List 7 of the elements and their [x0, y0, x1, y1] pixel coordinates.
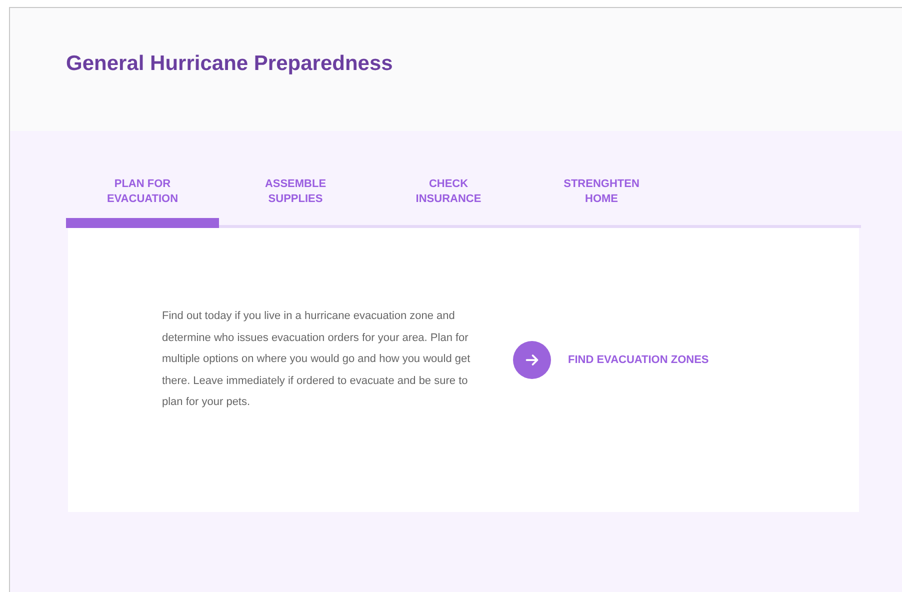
tab[interactable]: STRENGHTEN HOME — [525, 171, 678, 228]
description-text: Find out today if you live in a hurricane evacuation zone and determine who issues evacuation orders for your area. Plan for multiple options on where you would go and how you would get there. Leave immediately if ordered to evacuate and be sure to plan for your pets. — [162, 309, 472, 410]
page-title: General Hurricane Preparedness — [66, 50, 393, 77]
arrow-right-icon — [513, 341, 551, 379]
tab[interactable]: CHECK INSURANCE — [372, 171, 525, 228]
tab[interactable]: ASSEMBLE SUPPLIES — [219, 171, 372, 228]
find-zones-link[interactable]: FIND EVACUATION ZONES — [513, 341, 709, 379]
